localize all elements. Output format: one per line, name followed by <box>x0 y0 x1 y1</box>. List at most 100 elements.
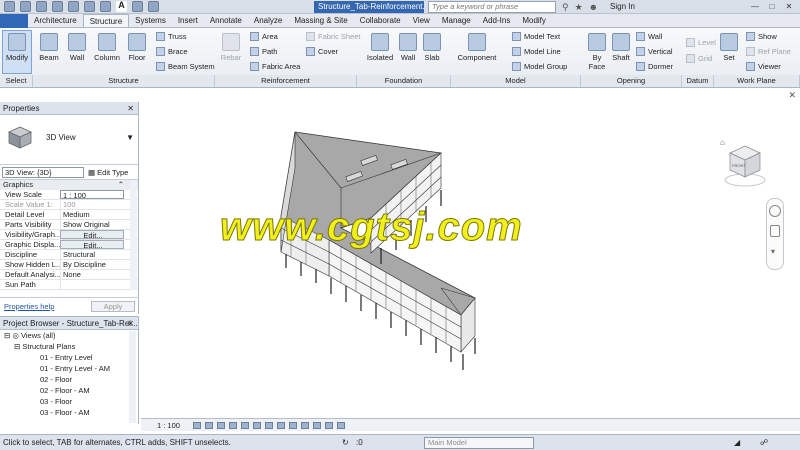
tab-architecture[interactable]: Architecture <box>28 14 83 27</box>
3d-view-icon[interactable] <box>132 1 143 12</box>
print-icon[interactable] <box>68 1 79 12</box>
minimize-icon[interactable]: — <box>748 1 762 12</box>
browser-scrollbar[interactable] <box>129 331 136 423</box>
tree-item[interactable]: 01 - Entry Level <box>0 352 138 363</box>
worksharing-icon[interactable]: ↻ <box>342 438 349 447</box>
redo-icon[interactable] <box>52 1 63 12</box>
tab-insert[interactable]: Insert <box>172 14 204 27</box>
close-icon[interactable]: ✕ <box>127 317 134 330</box>
tree-views-all[interactable]: ⊟ ◎ Views (all) <box>0 330 138 341</box>
tree-item[interactable]: 02 - Floor <box>0 374 138 385</box>
ref-plane-button[interactable]: Ref Plane <box>746 47 791 56</box>
show-work-plane-button[interactable]: Show <box>746 32 777 41</box>
shadows-icon[interactable] <box>229 422 237 429</box>
search-input[interactable]: Type a keyword or phrase <box>428 1 556 13</box>
model-group-button[interactable]: Model Group <box>512 62 567 71</box>
reveal-constraints-icon[interactable] <box>337 422 345 429</box>
edit-type-button[interactable]: ▦ Edit Type <box>88 167 128 178</box>
tab-analyze[interactable]: Analyze <box>248 14 288 27</box>
dimension-icon[interactable] <box>100 1 111 12</box>
fabric-area-button[interactable]: Fabric Area <box>250 62 300 71</box>
dormer-button[interactable]: Dormer <box>636 62 673 71</box>
detail-level-icon[interactable] <box>193 422 201 429</box>
building-3d-model[interactable] <box>141 88 800 418</box>
application-menu-button[interactable] <box>0 14 28 28</box>
floor-button[interactable]: Floor <box>124 33 150 62</box>
undo-icon[interactable] <box>36 1 47 12</box>
section-icon[interactable] <box>148 1 159 12</box>
path-button[interactable]: Path <box>250 47 277 56</box>
apply-button[interactable]: Apply <box>91 301 135 312</box>
properties-scrollbar[interactable] <box>130 180 137 290</box>
model-text-button[interactable]: Model Text <box>512 32 560 41</box>
tab-collaborate[interactable]: Collaborate <box>354 14 407 27</box>
tree-item[interactable]: 01 - Entry Level - AM <box>0 363 138 374</box>
reveal-hidden-icon[interactable] <box>301 422 309 429</box>
tab-annotate[interactable]: Annotate <box>204 14 248 27</box>
temporary-hide-icon[interactable] <box>289 422 297 429</box>
wall-button[interactable]: Wall <box>64 33 90 62</box>
instance-filter-select[interactable]: 3D View: {3D} <box>2 167 84 178</box>
analytical-model-icon[interactable] <box>313 422 321 429</box>
shaft-button[interactable]: Shaft <box>610 33 632 62</box>
measure-icon[interactable] <box>84 1 95 12</box>
column-button[interactable]: Column <box>92 33 122 62</box>
sun-path-icon[interactable] <box>217 422 225 429</box>
wall-opening-button[interactable]: Wall <box>636 32 662 41</box>
brace-button[interactable]: Brace <box>156 47 188 56</box>
text-icon[interactable]: A <box>116 1 127 12</box>
tree-item[interactable]: 03 - Floor - AM <box>0 407 138 418</box>
tab-view[interactable]: View <box>407 14 436 27</box>
viewer-button[interactable]: Viewer <box>746 62 781 71</box>
level-button[interactable]: Level <box>686 38 716 47</box>
tab-massing-site[interactable]: Massing & Site <box>288 14 353 27</box>
set-work-plane-button[interactable]: Set <box>718 33 740 62</box>
search-icon[interactable]: ⚲ <box>562 1 569 13</box>
graphics-group-header[interactable]: Graphics ⌃ <box>0 180 138 190</box>
graphic-display-edit-button[interactable]: Edit... <box>60 240 124 249</box>
visual-style-icon[interactable] <box>205 422 213 429</box>
navbar-options-icon[interactable]: ▾ <box>771 247 775 256</box>
panel-select[interactable]: Select <box>0 75 33 87</box>
tab-add-ins[interactable]: Add-Ins <box>477 14 517 27</box>
fabric-sheet-button[interactable]: Fabric Sheet <box>306 32 361 41</box>
user-icon[interactable]: ☻ <box>589 1 598 13</box>
highlight-displacement-icon[interactable] <box>325 422 333 429</box>
grid-button[interactable]: Grid <box>686 54 712 63</box>
rebar-button[interactable]: Rebar <box>218 33 244 62</box>
parts-visibility-select[interactable]: Show Original <box>60 220 124 229</box>
drawing-area[interactable]: ✕ <box>141 88 800 418</box>
wall-foundation-button[interactable]: Wall <box>396 33 420 62</box>
beam-button[interactable]: Beam <box>36 33 62 62</box>
vertical-opening-button[interactable]: Vertical <box>636 47 673 56</box>
isolated-foundation-button[interactable]: Isolated <box>364 33 396 62</box>
model-line-button[interactable]: Model Line <box>512 47 561 56</box>
tab-systems[interactable]: Systems <box>129 14 172 27</box>
save-icon[interactable] <box>20 1 31 12</box>
panel-reinforcement[interactable]: Reinforcement <box>215 75 357 87</box>
component-button[interactable]: Component <box>454 33 500 62</box>
maximize-icon[interactable]: □ <box>765 1 779 12</box>
crop-view-icon[interactable] <box>253 422 261 429</box>
beam-system-button[interactable]: Beam System <box>156 62 215 71</box>
steering-wheel-icon[interactable] <box>769 205 781 217</box>
tab-manage[interactable]: Manage <box>436 14 477 27</box>
design-option-select[interactable]: Main Model <box>424 437 534 449</box>
sign-in-link[interactable]: Sign In <box>610 0 635 14</box>
sun-path-checkbox[interactable] <box>60 280 124 289</box>
open-icon[interactable] <box>4 1 15 12</box>
show-crop-icon[interactable] <box>265 422 273 429</box>
home-icon[interactable]: ⌂ <box>720 138 725 147</box>
area-button[interactable]: Area <box>250 32 278 41</box>
panel-work-plane[interactable]: Work Plane <box>714 75 800 87</box>
tree-structural-plans[interactable]: ⊟ Structural Plans <box>0 341 138 352</box>
tab-structure[interactable]: Structure <box>82 14 130 27</box>
view-scale-control[interactable]: 1 : 100 <box>157 419 180 432</box>
show-hidden-lines-select[interactable]: By Discipline <box>60 260 124 269</box>
tree-item[interactable]: 02 - Floor - AM <box>0 385 138 396</box>
truss-button[interactable]: Truss <box>156 32 186 41</box>
properties-help-link[interactable]: Properties help <box>4 302 54 311</box>
slab-button[interactable]: Slab <box>420 33 444 62</box>
visibility-edit-button[interactable]: Edit... <box>60 230 124 239</box>
view-scale-input[interactable]: 1 : 100 <box>60 190 124 199</box>
